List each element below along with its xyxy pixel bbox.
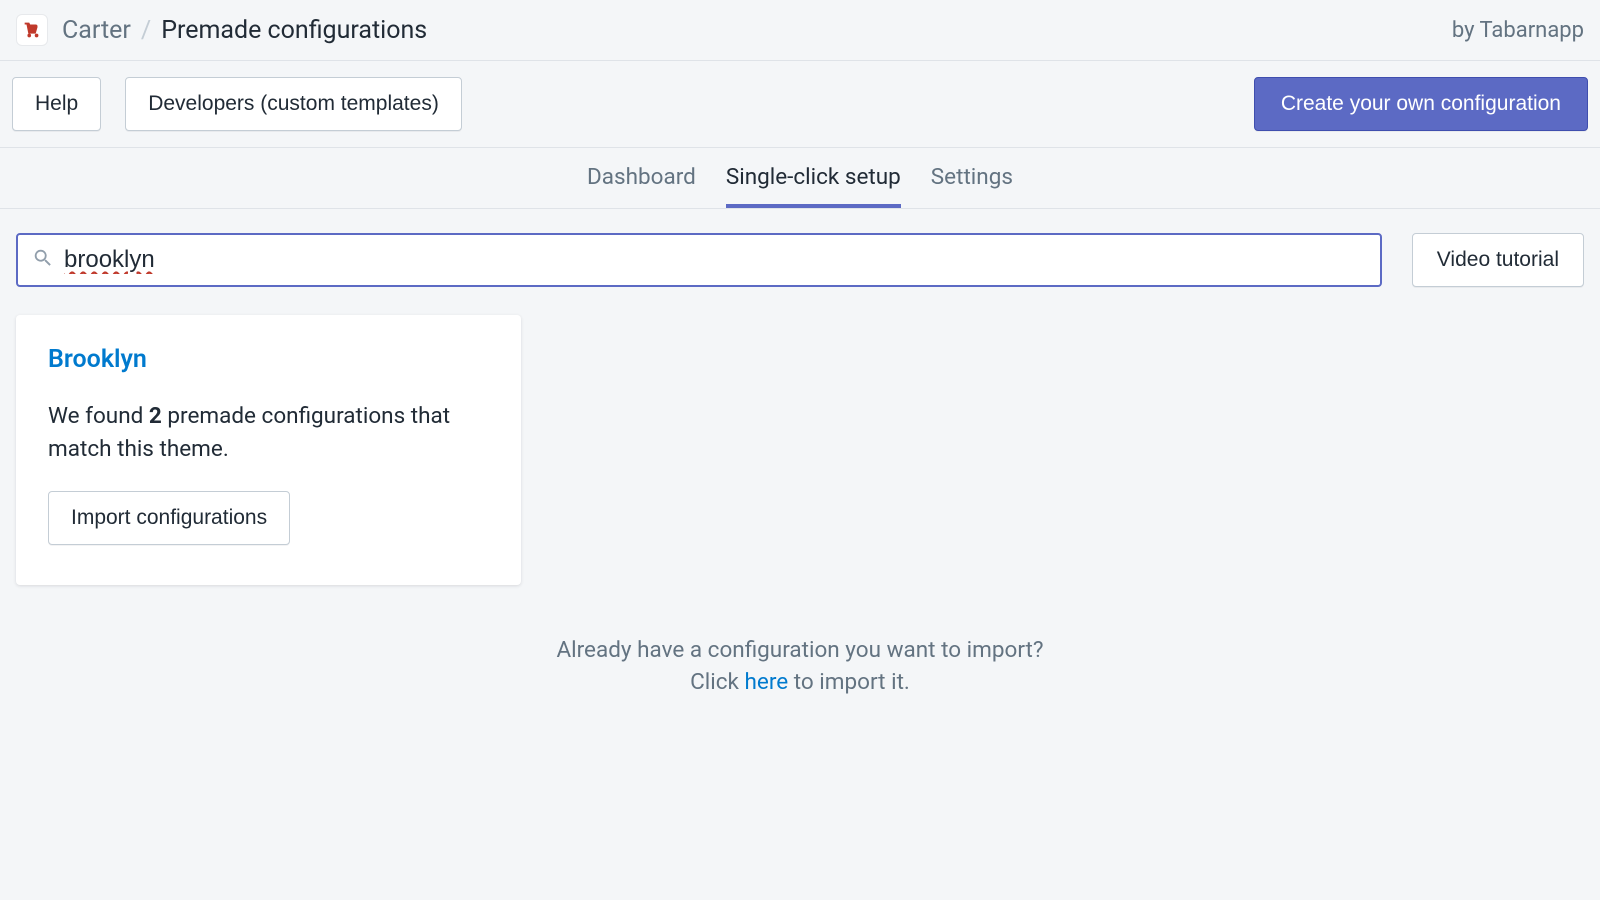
- import-configurations-button[interactable]: Import configurations: [48, 491, 290, 545]
- header-left: Carter / Premade configurations: [16, 14, 427, 46]
- search-row: Video tutorial: [0, 209, 1600, 305]
- card-count: 2: [149, 403, 162, 429]
- toolbar: Help Developers (custom templates) Creat…: [0, 61, 1600, 148]
- search-input[interactable]: [64, 246, 1366, 274]
- byline: by Tabarnapp: [1452, 18, 1584, 43]
- developers-button[interactable]: Developers (custom templates): [125, 77, 462, 131]
- toolbar-left: Help Developers (custom templates): [12, 77, 462, 131]
- video-tutorial-button[interactable]: Video tutorial: [1412, 233, 1584, 287]
- search-icon: [32, 247, 54, 273]
- import-help-text: Already have a configuration you want to…: [16, 635, 1584, 698]
- help-line-2: Click here to import it.: [16, 667, 1584, 699]
- breadcrumb-separator-icon: /: [141, 16, 151, 45]
- page-title: Premade configurations: [161, 16, 427, 45]
- breadcrumb-app[interactable]: Carter: [62, 16, 131, 45]
- card-text-prefix: We found: [48, 403, 149, 429]
- tab-dashboard[interactable]: Dashboard: [587, 148, 696, 208]
- help-line-1: Already have a configuration you want to…: [16, 635, 1584, 667]
- tab-single-click-setup[interactable]: Single-click setup: [726, 148, 901, 208]
- app-header: Carter / Premade configurations by Tabar…: [0, 0, 1600, 61]
- card-description: We found 2 premade configurations that m…: [48, 400, 489, 465]
- help-line-2-suffix: to import it.: [788, 669, 910, 695]
- content-area: Brooklyn We found 2 premade configuratio…: [0, 305, 1600, 698]
- breadcrumb: Carter / Premade configurations: [62, 16, 427, 45]
- import-here-link[interactable]: here: [745, 669, 789, 695]
- card-title[interactable]: Brooklyn: [48, 345, 489, 374]
- tab-settings[interactable]: Settings: [931, 148, 1013, 208]
- help-line-2-prefix: Click: [690, 669, 744, 695]
- search-field-wrapper[interactable]: [16, 233, 1382, 287]
- tabs: Dashboard Single-click setup Settings: [0, 148, 1600, 209]
- create-configuration-button[interactable]: Create your own configuration: [1254, 77, 1588, 131]
- help-button[interactable]: Help: [12, 77, 101, 131]
- app-logo-icon: [16, 14, 48, 46]
- theme-result-card: Brooklyn We found 2 premade configuratio…: [16, 315, 521, 585]
